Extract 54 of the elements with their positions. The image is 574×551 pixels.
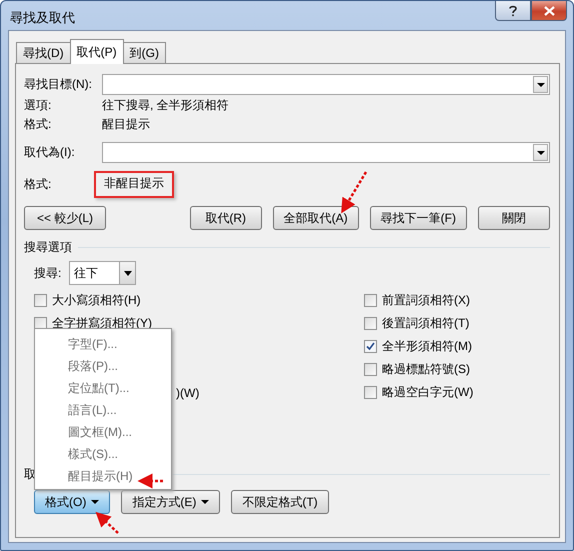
help-button[interactable] [495,1,531,21]
annotation-arrow [138,474,163,488]
less-button[interactable]: << 較少(L) [24,206,106,230]
menu-item[interactable]: 段落(P)... [35,355,171,377]
checkbox[interactable] [364,317,377,330]
checkbox[interactable] [364,363,377,376]
menu-item[interactable]: 字型(F)... [35,333,171,355]
checkbox[interactable] [364,294,377,307]
checkbox-label: 略過標點符號(S) [382,361,470,378]
checkbox-label: 前置詞須相符(X) [382,292,470,309]
checkbox[interactable] [364,386,377,399]
menu-item[interactable]: 樣式(S)... [35,443,171,465]
section-title: 搜尋選項 [24,238,72,256]
close-icon [544,6,554,16]
search-direction-dropdown[interactable]: 往下 [69,261,136,285]
dialog-button[interactable]: 關閉 [478,206,550,230]
dialog-button[interactable]: 全部取代(A) [272,206,359,230]
checkbox-label: 略過空白字元(W) [382,384,474,401]
tab[interactable]: 取代(P) [70,39,124,64]
checkbox-label: 大小寫須相符(H) [52,292,141,309]
close-button[interactable] [531,1,567,21]
tab[interactable]: 到(G) [122,42,166,63]
tab[interactable]: 尋找(D) [16,42,71,63]
field-label: 取代為(I): [24,144,76,161]
dialog-button[interactable]: 尋找下一筆(F) [370,206,467,230]
menu-item[interactable]: 圖文框(M)... [35,421,171,443]
question-mark-icon [508,4,518,16]
checkbox-label: 後置詞須相符(T) [382,315,470,332]
info-value: 醒目提示 [102,116,150,133]
dropdown-arrow-icon [124,270,132,276]
section-title: 取 [24,466,36,482]
window-title: 尋找及取代 [10,9,75,27]
find-field[interactable] [102,74,550,95]
format-button[interactable]: 指定方式(E) [121,490,220,514]
annotation-arrow [96,512,119,534]
menu-item[interactable]: 語言(L)... [35,399,171,421]
menu-item[interactable]: 定位點(T)... [35,377,171,399]
info-value: 非醒目提示 [94,170,174,198]
info-label: 選項: [24,97,52,114]
field-label: 尋找目標(N): [24,76,93,93]
annotation-arrow [341,171,368,214]
info-label: 格式: [24,116,52,133]
dialog-button[interactable]: 取代(R) [190,206,262,230]
info-value: 往下搜尋, 全半形須相符 [102,97,229,114]
checkbox[interactable] [364,340,377,353]
field-label: 搜尋: [34,264,62,282]
format-button[interactable]: 格式(O) [34,490,110,514]
replace-field[interactable] [102,142,550,163]
checkbox-label: )(W) [176,386,200,400]
info-label: 格式: [24,176,52,192]
menu-item[interactable]: 醒目提示(H) [35,465,171,487]
format-button[interactable]: 不限定格式(T) [231,490,329,514]
checkbox[interactable] [34,294,47,307]
checkbox-label: 全半形須相符(M) [382,338,472,355]
